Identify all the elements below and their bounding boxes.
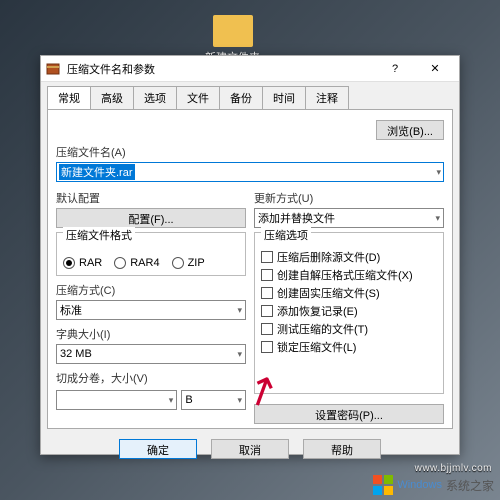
windows-logo-icon <box>373 475 393 495</box>
checkbox-sfx[interactable] <box>261 269 273 281</box>
update-mode-value: 添加并替换文件 <box>258 210 335 226</box>
tab-options[interactable]: 选项 <box>133 86 177 109</box>
format-fieldset: 压缩文件格式 RAR RAR4 ZIP <box>56 232 246 276</box>
format-label: 压缩文件格式 <box>63 227 135 243</box>
dict-select[interactable]: 32 MB ▾ <box>56 344 246 364</box>
tab-backup[interactable]: 备份 <box>219 86 263 109</box>
browse-button[interactable]: 浏览(B)... <box>376 120 444 140</box>
checkbox-delete-source[interactable] <box>261 251 273 263</box>
dict-label: 字典大小(I) <box>56 326 246 342</box>
method-select[interactable]: 标准 ▾ <box>56 300 246 320</box>
chevron-down-icon: ▾ <box>435 213 440 224</box>
brand-text: Windows <box>397 479 442 491</box>
watermark-url: www.bjjmlv.com <box>415 463 492 474</box>
app-icon <box>45 61 61 77</box>
radio-zip[interactable] <box>172 257 184 269</box>
update-mode-label: 更新方式(U) <box>254 190 444 206</box>
checkbox-solid[interactable] <box>261 287 273 299</box>
filename-label: 压缩文件名(A) <box>56 144 444 160</box>
tab-advanced[interactable]: 高级 <box>90 86 134 109</box>
help-button[interactable]: 帮助 <box>303 439 381 459</box>
split-size-input[interactable]: ▾ <box>56 390 177 410</box>
options-fieldset: 压缩选项 压缩后删除源文件(D) 创建自解压格式压缩文件(X) 创建固实压缩文件… <box>254 232 444 394</box>
rar-dialog: 压缩文件名和参数 ? ✕ 常规 高级 选项 文件 备份 时间 注释 浏览(B).… <box>40 55 460 455</box>
checkbox-test[interactable] <box>261 323 273 335</box>
checkbox-recovery[interactable] <box>261 305 273 317</box>
dialog-title: 压缩文件名和参数 <box>67 61 375 77</box>
chevron-down-icon: ▾ <box>237 395 242 406</box>
close-window-button[interactable]: ✕ <box>415 56 455 82</box>
chevron-down-icon: ▾ <box>436 167 441 178</box>
titlebar: 压缩文件名和参数 ? ✕ <box>41 56 459 82</box>
split-unit-select[interactable]: B ▾ <box>181 390 246 410</box>
checkbox-lock[interactable] <box>261 341 273 353</box>
dialog-buttons: 确定 取消 帮助 <box>41 435 459 467</box>
help-window-button[interactable]: ? <box>375 56 415 82</box>
chevron-down-icon: ▾ <box>169 395 174 406</box>
chevron-down-icon: ▾ <box>237 349 242 360</box>
brand-sub: 系统之家 <box>446 477 494 494</box>
radio-rar4[interactable] <box>114 257 126 269</box>
tab-files[interactable]: 文件 <box>176 86 220 109</box>
split-label: 切成分卷，大小(V) <box>56 370 246 386</box>
radio-rar[interactable] <box>63 257 75 269</box>
profile-button[interactable]: 配置(F)... <box>56 208 246 228</box>
password-button[interactable]: 设置密码(P)... <box>254 404 444 424</box>
chevron-down-icon: ▾ <box>237 305 242 316</box>
folder-icon <box>213 15 253 47</box>
tab-comment[interactable]: 注释 <box>305 86 349 109</box>
general-panel: 浏览(B)... 压缩文件名(A) 新建文件夹.rar ▾ 默认配置 配置(F)… <box>47 109 453 429</box>
footer-brand: Windows 系统之家 <box>373 475 494 495</box>
tab-general[interactable]: 常规 <box>47 86 91 109</box>
filename-input[interactable]: 新建文件夹.rar ▾ <box>56 162 444 182</box>
filename-value: 新建文件夹.rar <box>59 164 135 180</box>
tab-time[interactable]: 时间 <box>262 86 306 109</box>
options-label: 压缩选项 <box>261 227 311 243</box>
cancel-button[interactable]: 取消 <box>211 439 289 459</box>
method-label: 压缩方式(C) <box>56 282 246 298</box>
tab-bar: 常规 高级 选项 文件 备份 时间 注释 <box>41 82 459 109</box>
profile-label: 默认配置 <box>56 190 246 206</box>
ok-button[interactable]: 确定 <box>119 439 197 459</box>
update-mode-select[interactable]: 添加并替换文件 ▾ <box>254 208 444 228</box>
